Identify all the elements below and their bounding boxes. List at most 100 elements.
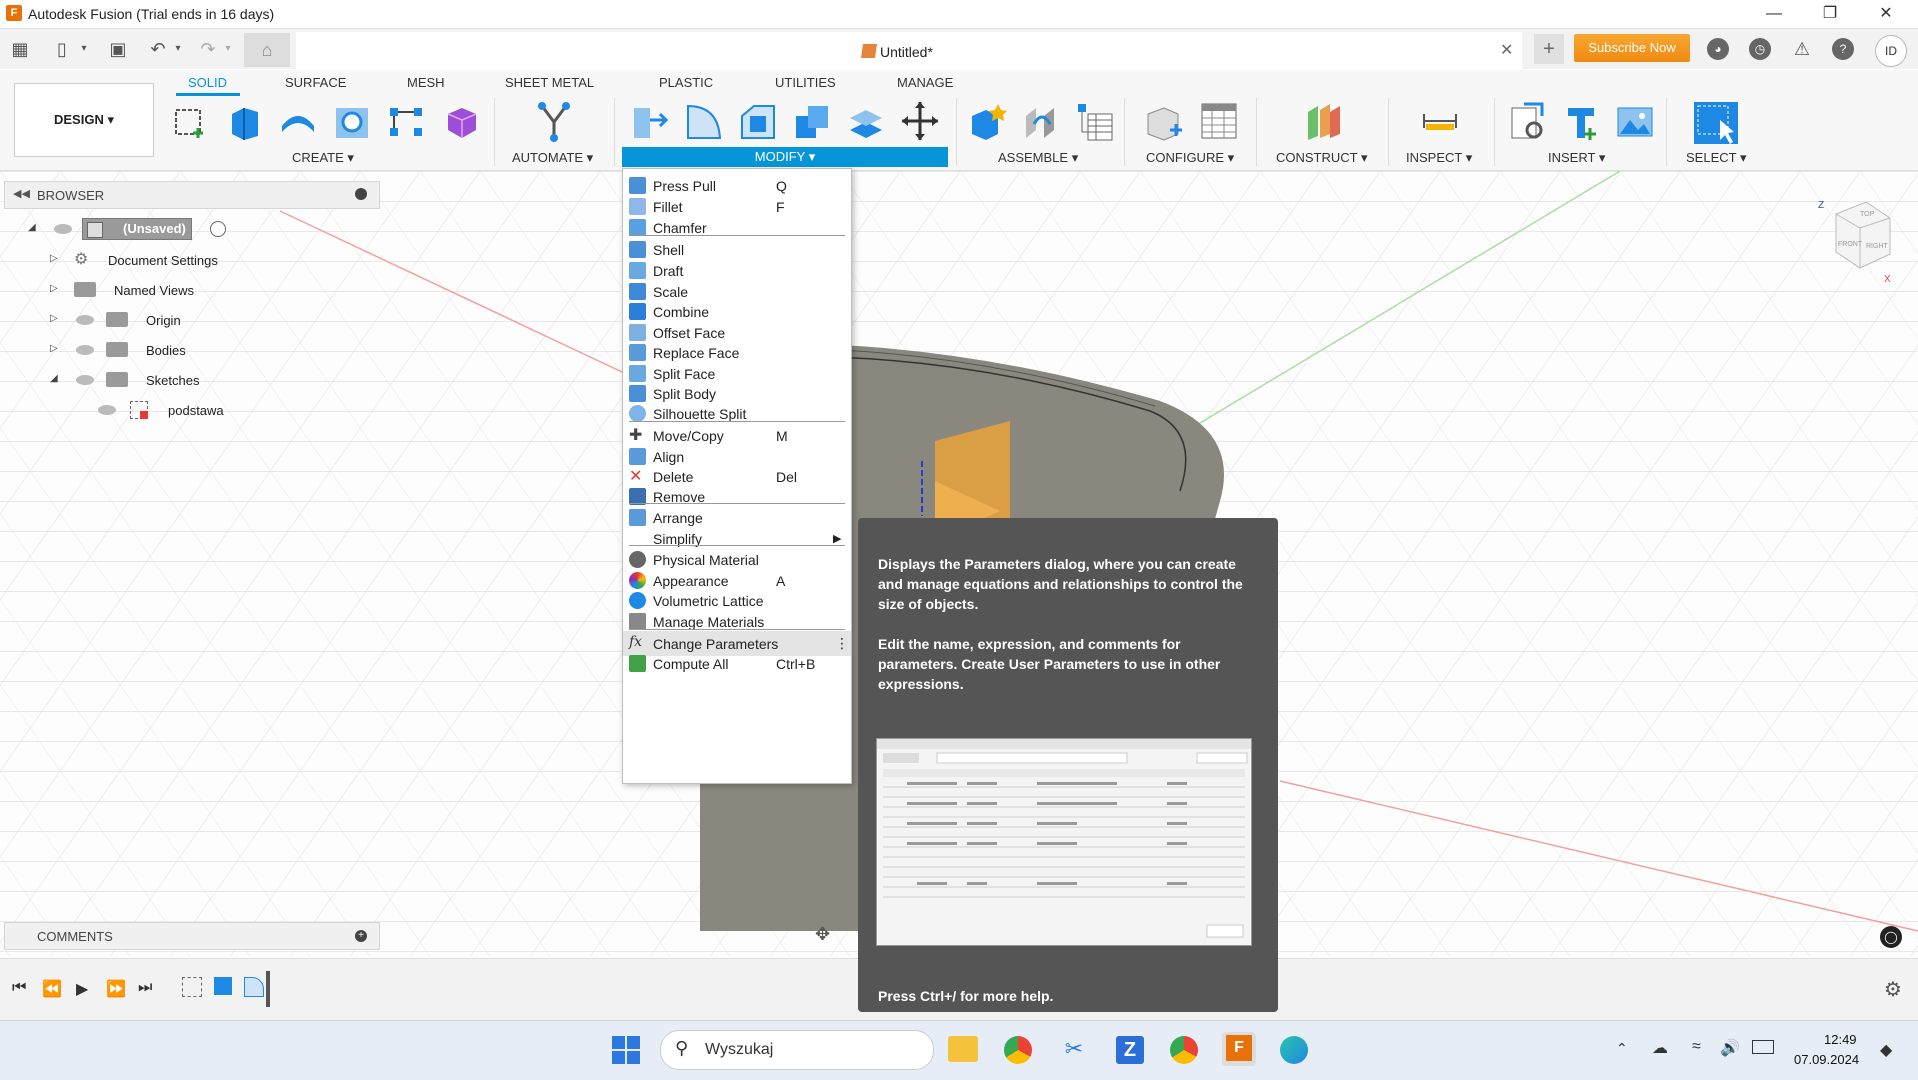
wifi-icon[interactable]: ≈ (1692, 1038, 1701, 1056)
insert-canvas-icon[interactable] (1614, 100, 1654, 142)
tab-utilities[interactable]: UTILITIES (775, 75, 836, 90)
fillet-tool-icon[interactable] (684, 100, 724, 142)
expand-triangle-icon[interactable]: ▷ (50, 343, 58, 354)
home-button[interactable]: ⌂ (244, 33, 290, 67)
timeline-fillet-icon[interactable] (244, 977, 264, 997)
file-dropdown-icon[interactable]: ▾ (72, 37, 96, 61)
insert-mcmaster-icon[interactable] (1562, 100, 1602, 142)
timeline-marker[interactable] (266, 971, 270, 1007)
tree-item-document-settings[interactable]: ▷ ⚙ Document Settings (0, 249, 380, 271)
configuration-table-icon[interactable] (1198, 100, 1238, 142)
tree-item-named-views[interactable]: ▷ Named Views (0, 279, 380, 301)
snipping-tool-icon[interactable]: ✂ (1060, 1036, 1088, 1064)
timeline-settings-gear-icon[interactable]: ⚙ (1884, 977, 1902, 1002)
modify-group-bar[interactable]: MODIFY ▾ (622, 147, 948, 167)
navigation-tool-icon[interactable]: ✥ (815, 924, 830, 945)
step-forward-icon[interactable]: ⏩ (106, 979, 126, 999)
combine-tool-icon[interactable] (792, 100, 832, 142)
save-icon[interactable]: ▣ (106, 37, 130, 61)
avatar[interactable]: ID (1875, 35, 1907, 67)
tab-solid[interactable]: SOLID (188, 75, 227, 90)
insert-derive-icon[interactable] (1508, 100, 1548, 142)
go-to-end-icon[interactable]: ⏭ (138, 979, 152, 997)
windows-start-icon[interactable] (612, 1036, 640, 1064)
workspace-switcher-button[interactable]: DESIGN ▾ (14, 83, 154, 157)
tree-item-sketches[interactable]: ◢ Sketches (0, 369, 380, 391)
create-sketch-icon[interactable] (170, 100, 210, 142)
close-icon[interactable]: ✕ (1866, 4, 1906, 24)
offset-plane-icon[interactable] (1304, 100, 1344, 142)
inspect-group-label[interactable]: INSPECT ▾ (1406, 150, 1472, 166)
tab-surface[interactable]: SURFACE (285, 75, 346, 90)
play-icon[interactable]: ▶ (76, 979, 88, 999)
subscribe-button[interactable]: Subscribe Now (1574, 34, 1690, 62)
go-to-start-icon[interactable]: ⏮ (12, 979, 26, 997)
clock-time[interactable]: 12:49 (1824, 1032, 1857, 1047)
select-group-label[interactable]: SELECT ▾ (1686, 150, 1746, 166)
close-tab-icon[interactable]: ✕ (1500, 40, 1513, 60)
visibility-eye-icon[interactable] (76, 345, 94, 355)
fusion-taskbar-button[interactable]: F (1222, 1032, 1256, 1066)
show-hidden-icons-icon[interactable]: ⌃ (1616, 1040, 1628, 1057)
expand-triangle-icon[interactable]: ▷ (50, 313, 58, 324)
automate-group-label[interactable]: AUTOMATE ▾ (512, 150, 593, 166)
tree-item-sketch[interactable]: podstawa (0, 399, 380, 421)
root-component[interactable]: (Unsaved) (82, 218, 192, 240)
extrude-icon[interactable] (224, 100, 264, 142)
tab-mesh[interactable]: MESH (407, 75, 445, 90)
extensions-icon[interactable]: ◕ (1707, 38, 1729, 60)
select-icon[interactable] (1692, 100, 1740, 144)
minimize-icon[interactable]: — (1754, 4, 1794, 24)
menu-item-compute-all[interactable]: Compute All Ctrl+B (623, 651, 851, 676)
construct-group-label[interactable]: CONSTRUCT ▾ (1276, 150, 1368, 166)
timeline-sketch-icon[interactable] (182, 977, 202, 997)
more-options-icon[interactable]: ⋮ (835, 635, 849, 652)
insert-group-label[interactable]: INSERT ▾ (1548, 150, 1605, 166)
pattern-icon[interactable] (386, 100, 426, 142)
activate-radio-icon[interactable] (210, 221, 226, 237)
expand-triangle-icon[interactable]: ▷ (50, 253, 58, 264)
file-icon[interactable]: ▯ (50, 37, 74, 61)
collapse-panel-icon[interactable]: ◀◀ (13, 187, 30, 200)
measure-icon[interactable] (1420, 100, 1460, 142)
notifications-icon[interactable]: ⚠ (1791, 38, 1813, 60)
chamfer-tool-icon[interactable] (738, 100, 778, 142)
tab-sheet-metal[interactable]: SHEET METAL (505, 75, 594, 90)
clock-date[interactable]: 07.09.2024 (1794, 1052, 1859, 1067)
visibility-eye-icon[interactable] (76, 375, 94, 385)
add-comment-icon[interactable]: + (355, 930, 367, 942)
chrome-icon[interactable] (1004, 1036, 1032, 1064)
edge-icon[interactable] (1280, 1036, 1308, 1064)
tree-root[interactable]: ◢ (Unsaved) (0, 218, 380, 240)
view-cube[interactable]: TOP FRONT RIGHT Z X (1816, 196, 1896, 286)
redo-dropdown-icon[interactable]: ▾ (216, 37, 240, 61)
help-icon[interactable]: ? (1832, 38, 1854, 60)
battery-icon[interactable] (1752, 1040, 1774, 1054)
chrome-profile-icon[interactable] (1170, 1036, 1198, 1064)
visibility-eye-icon[interactable] (76, 315, 94, 325)
press-pull-tool-icon[interactable] (630, 100, 670, 142)
new-component-icon[interactable] (968, 100, 1008, 142)
hole-icon[interactable] (332, 100, 372, 142)
configure-group-label[interactable]: CONFIGURE ▾ (1146, 150, 1234, 166)
offset-face-tool-icon[interactable] (846, 100, 886, 142)
revolve-icon[interactable] (278, 100, 318, 142)
file-explorer-icon[interactable] (948, 1036, 978, 1062)
move-tool-icon[interactable] (900, 100, 940, 142)
browser-options-icon[interactable] (355, 188, 367, 200)
create-group-label[interactable]: CREATE ▾ (292, 150, 354, 166)
tab-manage[interactable]: MANAGE (897, 75, 953, 90)
tab-plastic[interactable]: PLASTIC (659, 75, 713, 90)
tree-item-bodies[interactable]: ▷ Bodies (0, 339, 380, 361)
bill-of-materials-icon[interactable] (1074, 100, 1114, 142)
notification-bell-icon[interactable]: ◆ (1880, 1040, 1892, 1060)
taskbar-search-input[interactable]: ⚲ Wyszukaj (660, 1030, 934, 1070)
automate-icon[interactable] (534, 100, 574, 142)
visibility-eye-icon[interactable] (98, 405, 116, 415)
assemble-group-label[interactable]: ASSEMBLE ▾ (998, 150, 1078, 166)
data-panel-grid-icon[interactable]: ▦ (8, 37, 32, 61)
zoom-app-icon[interactable]: Z (1116, 1036, 1144, 1064)
visibility-eye-icon[interactable] (54, 224, 72, 234)
step-back-icon[interactable]: ⏪ (42, 979, 62, 999)
joint-icon[interactable] (1022, 100, 1062, 142)
